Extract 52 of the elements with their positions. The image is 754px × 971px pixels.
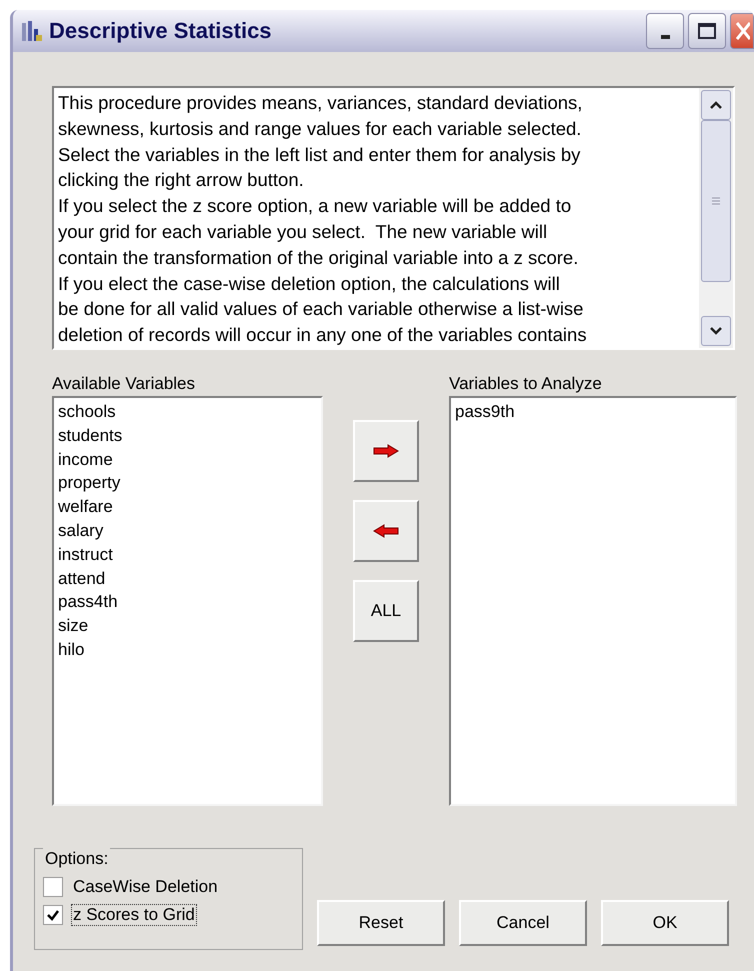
check-icon (46, 908, 60, 922)
list-item[interactable]: students (58, 424, 317, 448)
list-item[interactable]: income (58, 448, 317, 472)
description-line: deletion of records will occur in any one of the variables contains (58, 323, 588, 348)
right-arrow-icon (373, 444, 399, 458)
move-right-button[interactable] (353, 420, 419, 482)
list-item[interactable]: pass4th (58, 590, 317, 614)
description-line: Select the variables in the left list and enter them for analysis by (58, 142, 582, 167)
description-line: If you elect the case-wise deletion option, the calculations will (58, 272, 561, 296)
left-arrow-icon (373, 524, 399, 538)
list-item[interactable]: pass9th (455, 400, 731, 424)
analyze-list[interactable]: pass9th (449, 396, 737, 806)
description-box[interactable] (52, 86, 735, 350)
scroll-thumb[interactable] (701, 120, 731, 282)
group-title: Options: (43, 848, 110, 870)
dialog-button[interactable]: OK (601, 900, 729, 946)
grip-icon (712, 197, 720, 205)
maximize-button[interactable] (688, 13, 726, 49)
move-left-button[interactable] (353, 500, 419, 562)
checkbox[interactable] (43, 905, 63, 925)
list-item[interactable]: property (58, 471, 317, 496)
dialog-button[interactable]: Reset (317, 900, 445, 946)
description-line: This procedure provides means, variances, standard deviations, (58, 91, 584, 115)
checkbox-label[interactable]: z Scores to Grid (71, 904, 197, 926)
list-label: Available Variables (52, 373, 196, 395)
list-item[interactable]: size (58, 614, 317, 638)
list-item[interactable]: schools (58, 400, 317, 424)
description-line: contain the transformation of the original variable into a z score. (58, 246, 580, 270)
dialog-button[interactable]: Cancel (459, 900, 587, 946)
scrollbar[interactable] (699, 88, 733, 348)
maximize-icon (697, 22, 717, 40)
description-line: clicking the right arrow button. (58, 168, 305, 192)
minimize-icon (660, 35, 670, 39)
close-icon (736, 22, 750, 40)
description-line: be done for all valid values of each variable otherwise a list-wise (58, 297, 584, 322)
list-item[interactable]: salary (58, 518, 317, 543)
checkbox-label[interactable]: CaseWise Deletion (71, 876, 220, 898)
description-line: your grid for each variable you select. The new variable will (58, 220, 548, 244)
description-line: If you select the z score option, a new variable will be added to (58, 194, 572, 218)
list-label: Variables to Analyze (449, 373, 603, 395)
list-item[interactable]: instruct (58, 542, 317, 567)
list-item[interactable]: attend (58, 566, 317, 590)
close-button[interactable] (730, 13, 754, 49)
window-title: Descriptive Statistics (49, 18, 272, 44)
checkbox[interactable] (43, 877, 63, 897)
available-list[interactable]: schools students income property welfare salary instruct attend pass4th size hilo (52, 396, 323, 806)
list-item[interactable]: welfare (58, 495, 317, 519)
description-line: skewness, kurtosis and range values for each variable selected. (58, 116, 582, 141)
minimize-button[interactable] (646, 13, 684, 49)
all-button[interactable]: ALL (353, 580, 419, 642)
chart-icon (21, 19, 43, 43)
list-item[interactable]: hilo (58, 638, 317, 662)
